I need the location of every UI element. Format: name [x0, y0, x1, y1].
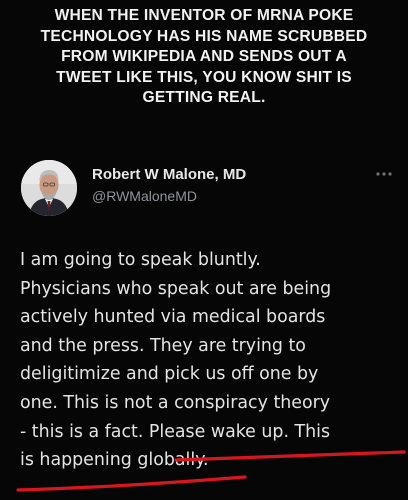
caption-line: TECHNOLOGY HAS HIS NAME SCRUBBED — [40, 27, 368, 45]
more-horizontal-icon[interactable] — [373, 168, 395, 180]
tweet-text-line: is happening globally. — [20, 450, 209, 471]
author-handle[interactable]: @RWMaloneMD — [92, 188, 197, 204]
caption-line: WHEN THE INVENTOR OF MRNA POKE — [54, 7, 354, 24]
tweet-text: I am going to speak bluntly. Physicians … — [20, 246, 405, 475]
tweet-text-line: actively hunted via medical boards — [20, 307, 326, 328]
tweet-text-line: one. This is not a conspiracy theory — [20, 392, 331, 413]
caption-line: TWEET LIKE THIS, YOU KNOW SHIT IS — [56, 68, 352, 86]
profile-photo-icon — [21, 160, 77, 216]
avatar[interactable] — [21, 160, 77, 216]
meme-caption: WHEN THE INVENTOR OF MRNA POKE TECHNOLOG… — [0, 6, 408, 109]
tweet-text-line: Physicians who speak out are being — [20, 278, 332, 299]
author-name[interactable]: Robert W Malone, MD — [92, 166, 246, 183]
tweet-text-line: I am going to speak bluntly. — [20, 250, 261, 270]
caption-line: FROM WIKIPEDIA AND SENDS OUT A — [61, 48, 347, 65]
tweet-text-line: - this is a fact. Please wake up. This — [20, 421, 331, 442]
caption-line: GETTING REAL. — [142, 89, 266, 106]
tweet-text-line: deligitimize and pick us off one by — [20, 364, 319, 385]
tweet-text-line: and the press. They are trying to — [20, 335, 306, 356]
